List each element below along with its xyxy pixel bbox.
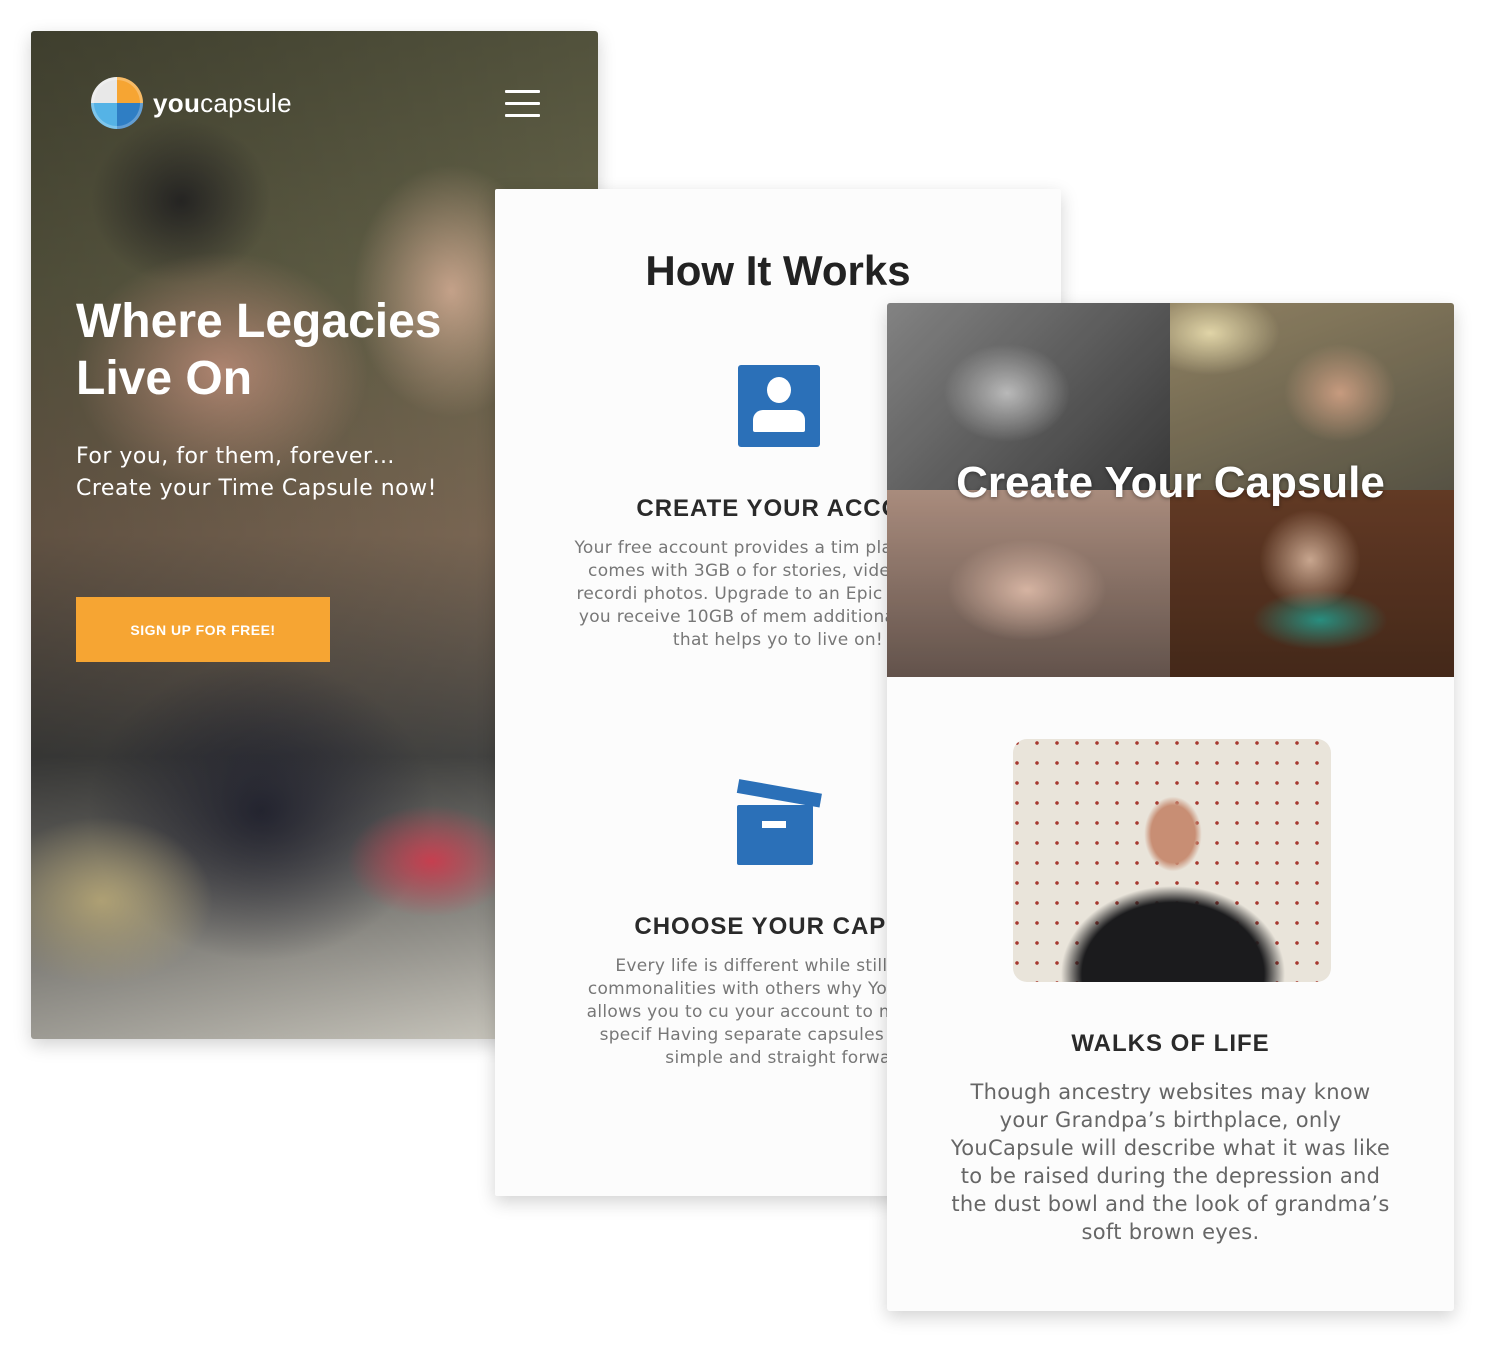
logo[interactable]: youcapsule: [91, 77, 292, 129]
photo-collage-banner: Create Your Capsule: [887, 303, 1454, 677]
section-title: WALKS OF LIFE: [1071, 1030, 1270, 1057]
user-icon: [738, 365, 820, 447]
how-it-works-title: How It Works: [645, 247, 911, 294]
globe-logo-icon: [91, 77, 143, 129]
hero-subtitle-line2: Create your Time Capsule now!: [76, 476, 437, 501]
hero-subtitle: For you, for them, forever… Create your …: [76, 441, 516, 505]
logo-wordmark-light: capsule: [200, 87, 292, 118]
banner-title: Create Your Capsule: [956, 458, 1385, 507]
archive-box-icon: [735, 779, 825, 867]
elderly-man-portrait: [1013, 739, 1331, 982]
sign-up-button[interactable]: SIGN UP FOR FREE!: [76, 597, 330, 662]
create-capsule-card: Create Your Capsule WALKS OF LIFE Though…: [887, 303, 1454, 1311]
hero-subtitle-line1: For you, for them, forever…: [76, 444, 395, 469]
logo-wordmark-bold: you: [153, 87, 201, 118]
section-description: Though ancestry websites may know your G…: [950, 1080, 1391, 1244]
hamburger-menu-icon[interactable]: [505, 90, 540, 118]
logo-wordmark: youcapsule: [153, 88, 292, 119]
hero-title: Where Legacies Live On: [76, 295, 442, 405]
